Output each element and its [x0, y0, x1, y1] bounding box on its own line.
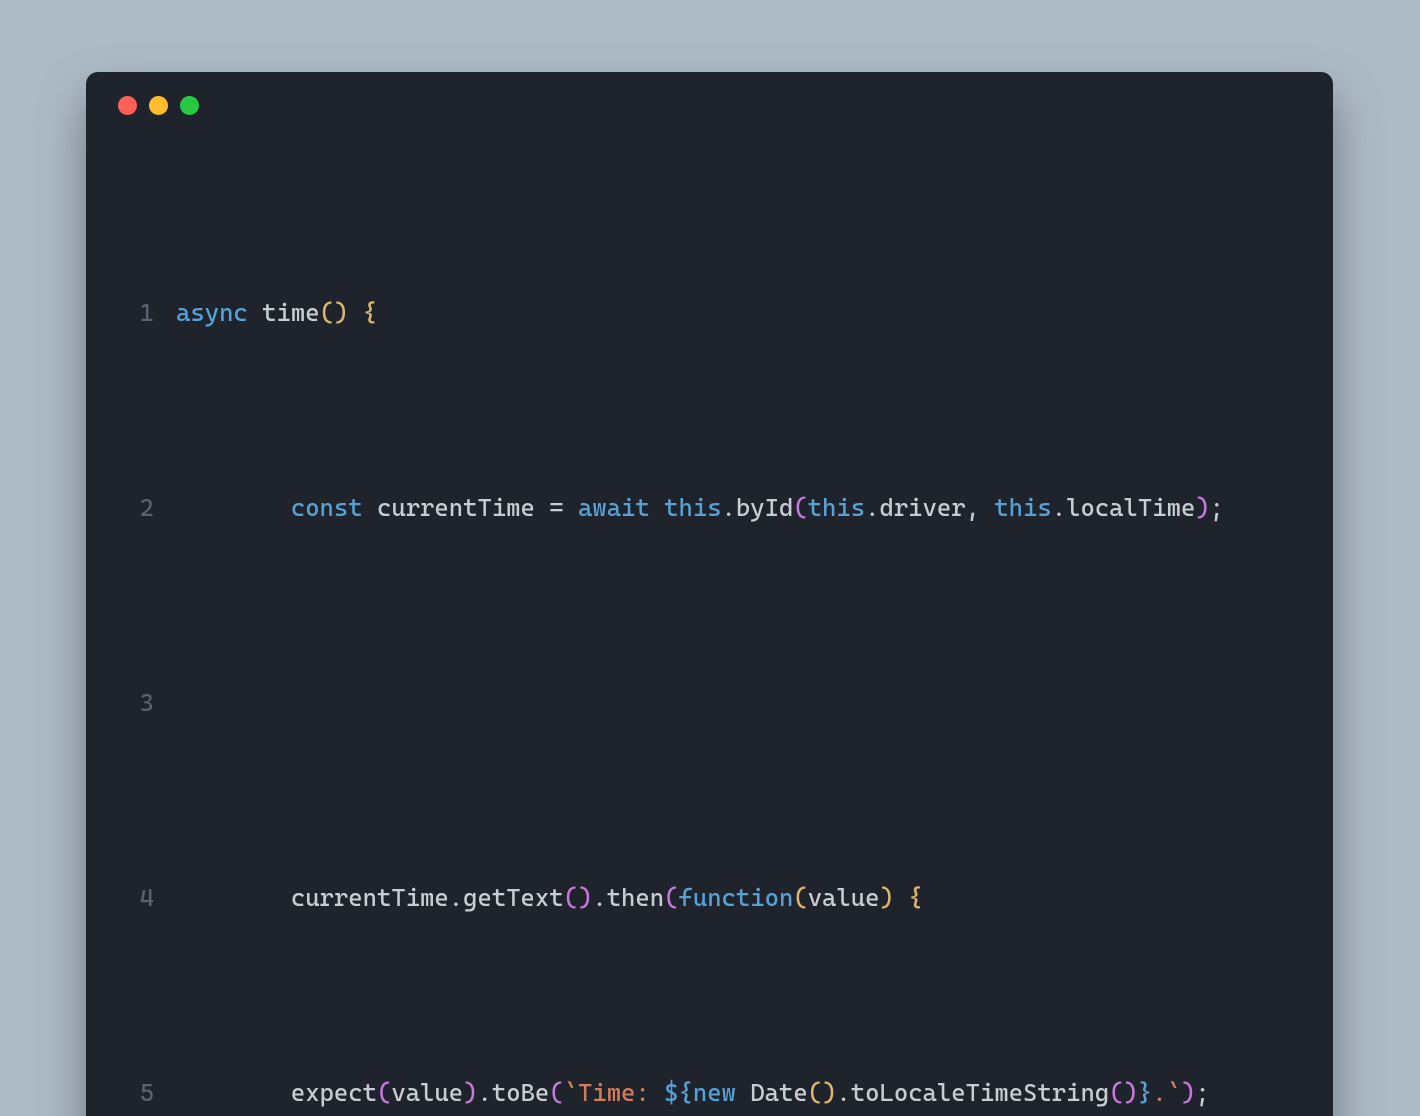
code-line: 4 currentTime.getText().then(function(va… — [114, 878, 1305, 917]
close-icon[interactable] — [118, 96, 137, 115]
line-number: 1 — [114, 293, 176, 332]
code-line: 5 expect(value).toBe(`Time: ${new Date()… — [114, 1073, 1305, 1112]
code-content: async time() { — [176, 293, 377, 332]
code-content: currentTime.getText().then(function(valu… — [176, 878, 923, 917]
zoom-icon[interactable] — [180, 96, 199, 115]
minimize-icon[interactable] — [149, 96, 168, 115]
line-number: 5 — [114, 1073, 176, 1112]
window-traffic-lights — [118, 96, 1305, 115]
code-window: 1 async time() { 2 const currentTime = a… — [86, 72, 1333, 1116]
code-content: expect(value).toBe(`Time: ${new Date().t… — [176, 1073, 1210, 1112]
line-number: 3 — [114, 683, 176, 722]
line-number: 4 — [114, 878, 176, 917]
code-content: const currentTime = await this.byId(this… — [176, 488, 1224, 527]
code-line: 1 async time() { — [114, 293, 1305, 332]
code-line: 3 — [114, 683, 1305, 722]
code-line: 2 const currentTime = await this.byId(th… — [114, 488, 1305, 527]
code-block: 1 async time() { 2 const currentTime = a… — [114, 137, 1305, 1116]
line-number: 2 — [114, 488, 176, 527]
